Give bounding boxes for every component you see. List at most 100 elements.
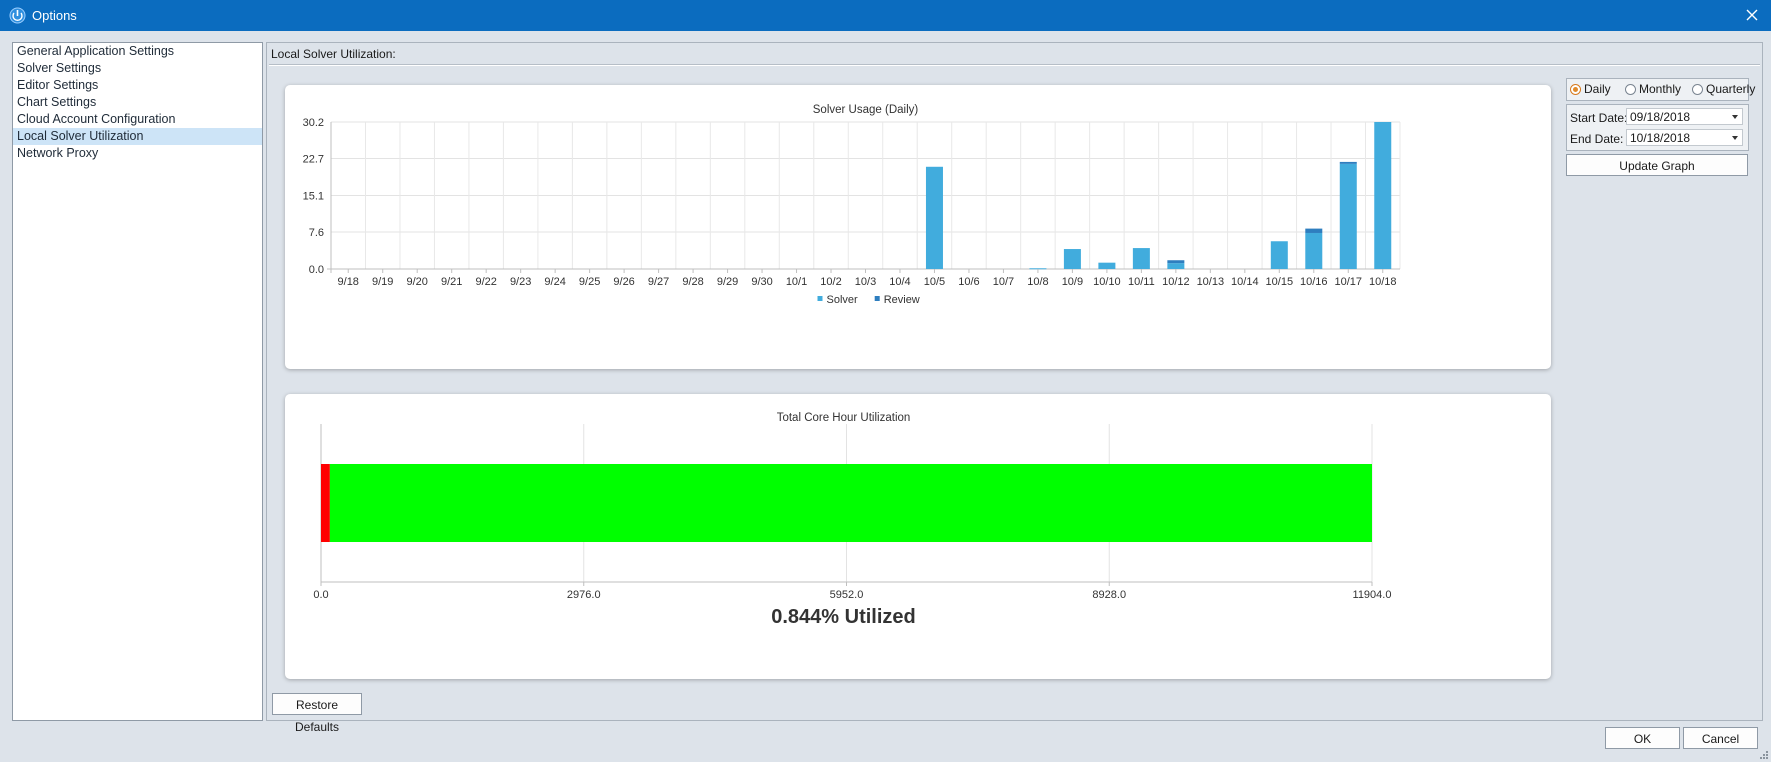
- x-tick-label: 9/25: [579, 276, 600, 288]
- start-date-label: Start Date:: [1570, 111, 1628, 125]
- x-tick-label: 8928.0: [1092, 589, 1126, 601]
- legend-swatch: [874, 296, 880, 301]
- bar-solver: [1374, 122, 1392, 269]
- x-tick-label: 10/15: [1266, 276, 1294, 288]
- x-tick-label: 10/10: [1093, 276, 1121, 288]
- x-tick-label: 9/23: [510, 276, 531, 288]
- x-tick-label: 10/11: [1128, 276, 1155, 288]
- y-tick-label: 15.1: [303, 191, 324, 203]
- core-hour-card: Total Core Hour Utilization 0.0 2976.0 5952…: [285, 394, 1551, 679]
- x-tick-label: 10/3: [855, 276, 876, 288]
- nav-item-local-solver-utilization[interactable]: Local Solver Utilization: [13, 128, 262, 145]
- date-range-group: Start Date: 09/18/2018 End Date: 10/18/2…: [1566, 104, 1749, 151]
- bar-solver: [1270, 241, 1288, 269]
- available-hours-bar: [329, 464, 1373, 542]
- close-icon[interactable]: [1739, 3, 1765, 27]
- radio-monthly[interactable]: Monthly: [1625, 82, 1681, 97]
- y-tick-label: 0.0: [309, 264, 324, 276]
- radio-quarterly-label: Quarterly: [1706, 82, 1756, 96]
- x-tick-label: 10/4: [889, 276, 910, 288]
- utilization-percent: 0.844% Utilized: [771, 606, 916, 628]
- x-tick-label: 10/6: [958, 276, 979, 288]
- window-title: Options: [32, 8, 77, 23]
- restore-defaults-button[interactable]: Restore Defaults: [272, 693, 362, 734]
- app-logo-icon: [9, 7, 26, 24]
- bar-review: [1339, 161, 1357, 164]
- start-date-row: Start Date: 09/18/2018: [1570, 107, 1747, 127]
- end-date-label: End Date:: [1570, 132, 1624, 146]
- x-tick-label: 10/18: [1369, 276, 1397, 288]
- nav-item-cloud-account-configuration[interactable]: Cloud Account Configuration: [13, 111, 262, 128]
- dropdown-arrow-icon: [1732, 136, 1738, 140]
- x-tick-label: 9/19: [372, 276, 393, 288]
- period-radio-group: Daily Monthly Quarterly: [1566, 78, 1755, 101]
- x-tick-label: 10/5: [924, 276, 945, 288]
- start-date-picker[interactable]: 09/18/2018: [1626, 108, 1743, 125]
- y-tick-label: 7.6: [309, 227, 324, 239]
- solver-usage-card: Solver Usage (Daily) 0.0 7.6 15.1 22.7 30.2 9/…: [285, 85, 1551, 369]
- x-tick-label: 9/28: [682, 276, 703, 288]
- chart-title: Total Core Hour Utilization: [777, 412, 911, 424]
- x-tick-label: 10/13: [1197, 276, 1225, 288]
- nav-item-editor-settings[interactable]: Editor Settings: [13, 77, 262, 94]
- section-divider: [269, 64, 1760, 66]
- radio-unchecked-icon: [1625, 84, 1636, 95]
- bar-review: [1305, 228, 1323, 233]
- legend-label: Solver: [827, 294, 859, 306]
- y-tick-label: 30.2: [303, 117, 324, 129]
- content-panel: Local Solver Utilization: Solver Usage (…: [266, 42, 1763, 734]
- x-tick-label: 9/30: [751, 276, 772, 288]
- bar-solver: [1098, 262, 1116, 269]
- nav-item-chart-settings[interactable]: Chart Settings: [13, 94, 262, 111]
- x-tick-label: 9/22: [475, 276, 496, 288]
- x-tick-label: 9/24: [544, 276, 565, 288]
- x-tick-label: 11904.0: [1353, 589, 1392, 601]
- x-tick-label: 10/1: [786, 276, 807, 288]
- x-tick-label: 9/18: [338, 276, 359, 288]
- radio-unchecked-icon: [1692, 84, 1703, 95]
- cancel-button[interactable]: Cancel: [1683, 727, 1758, 749]
- x-tick-label: 10/9: [1062, 276, 1083, 288]
- legend-swatch: [817, 296, 823, 301]
- x-tick-label: 9/26: [613, 276, 634, 288]
- x-tick-label: 5952.0: [830, 589, 864, 601]
- x-tick-label: 10/7: [993, 276, 1014, 288]
- y-tick-label: 22.7: [303, 154, 324, 166]
- end-date-picker[interactable]: 10/18/2018: [1626, 129, 1743, 146]
- nav-item-solver-settings[interactable]: Solver Settings: [13, 60, 262, 77]
- bar-solver: [1132, 248, 1150, 269]
- radio-daily[interactable]: Daily: [1570, 82, 1611, 97]
- solver-usage-chart: Solver Usage (Daily) 0.0 7.6 15.1 22.7 30.2 9/…: [303, 104, 1401, 306]
- core-hour-chart: Total Core Hour Utilization 0.0 2976.0 5952…: [313, 412, 1392, 628]
- section-title: Local Solver Utilization:: [271, 47, 396, 61]
- start-date-value: 09/18/2018: [1630, 110, 1691, 124]
- x-tick-label: 10/14: [1231, 276, 1259, 288]
- nav-item-network-proxy[interactable]: Network Proxy: [13, 145, 262, 162]
- x-tick-label: 10/8: [1027, 276, 1048, 288]
- chart-title: Solver Usage (Daily): [813, 104, 919, 116]
- x-tick-label: 2976.0: [567, 589, 601, 601]
- x-tick-label: 9/20: [406, 276, 427, 288]
- x-tick-label: 10/2: [820, 276, 841, 288]
- bar-solver: [1305, 232, 1323, 269]
- radio-quarterly[interactable]: Quarterly: [1692, 82, 1755, 97]
- used-hours-bar: [321, 464, 330, 542]
- bar-solver: [1339, 163, 1357, 269]
- x-tick-label: 9/27: [648, 276, 669, 288]
- update-graph-button[interactable]: Update Graph: [1566, 154, 1748, 176]
- legend-label: Review: [884, 294, 920, 306]
- x-tick-label: 9/29: [717, 276, 738, 288]
- x-tick-label: 10/12: [1162, 276, 1190, 288]
- bar-solver: [925, 166, 943, 269]
- bar-review: [1167, 260, 1185, 264]
- radio-monthly-label: Monthly: [1639, 82, 1682, 96]
- bar-solver: [1167, 263, 1185, 269]
- settings-nav-list: General Application Settings Solver Sett…: [12, 42, 263, 721]
- radio-daily-label: Daily: [1584, 82, 1611, 96]
- dropdown-arrow-icon: [1732, 115, 1738, 119]
- resize-grip-icon[interactable]: [1759, 750, 1769, 760]
- bar-solver: [1063, 249, 1081, 269]
- ok-button[interactable]: OK: [1605, 727, 1680, 749]
- nav-item-general-application-settings[interactable]: General Application Settings: [13, 43, 262, 60]
- x-tick-label: 9/21: [441, 276, 462, 288]
